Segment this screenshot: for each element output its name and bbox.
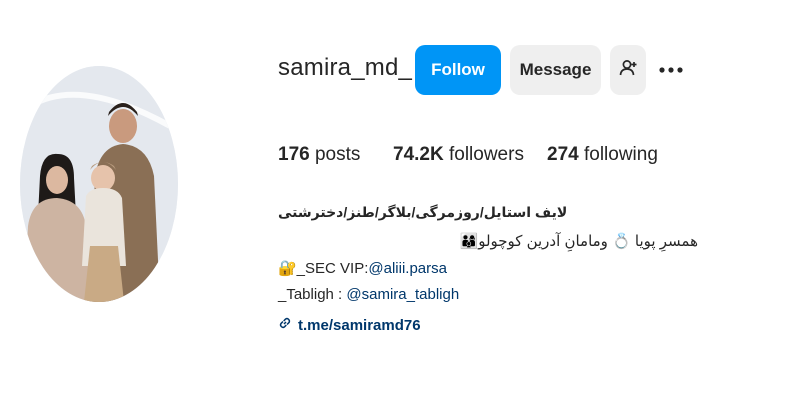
following-link[interactable]: 274 following [547, 144, 658, 166]
bio-name: لایف استایل/روزمرگی/بلاگر/طنز/دخترشتی [278, 204, 568, 220]
link-icon [278, 316, 292, 334]
mention-link[interactable]: @aliii.parsa [368, 260, 447, 277]
external-link[interactable]: t.me/samiramd76 [278, 316, 698, 334]
followers-label: followers [448, 144, 524, 165]
bio-line: 🔐_SEC VIP:@aliii.parsa [278, 259, 698, 277]
person-add-icon [618, 58, 638, 83]
followers-number: 74.2K [393, 144, 444, 165]
ellipsis-icon [658, 61, 684, 79]
bio-line: همسرِ پویا 💍 ومامانِ آدرین کوچولو👨‍👩‍👦 [459, 233, 698, 250]
more-options-button[interactable] [654, 56, 688, 84]
posts-number: 176 [278, 144, 310, 165]
mention-link[interactable]: @samira_tabligh [346, 286, 459, 303]
following-label: following [583, 144, 658, 165]
followers-link[interactable]: 74.2K followers [393, 144, 524, 166]
username: samira_md_ [278, 54, 413, 81]
bio-text: 🔐_SEC VIP: [278, 260, 369, 277]
add-user-button[interactable] [610, 45, 646, 95]
bio-text: _Tabligh : [278, 286, 347, 303]
following-number: 274 [547, 144, 579, 165]
avatar[interactable] [20, 66, 178, 302]
profile-photo [20, 66, 178, 302]
bio-line: _Tabligh : @samira_tabligh [278, 286, 698, 303]
posts-count: 176 posts [278, 144, 360, 166]
message-button[interactable]: Message [510, 45, 601, 95]
link-text[interactable]: t.me/samiramd76 [298, 317, 421, 334]
posts-label: posts [314, 144, 361, 165]
follow-button[interactable]: Follow [415, 45, 501, 95]
